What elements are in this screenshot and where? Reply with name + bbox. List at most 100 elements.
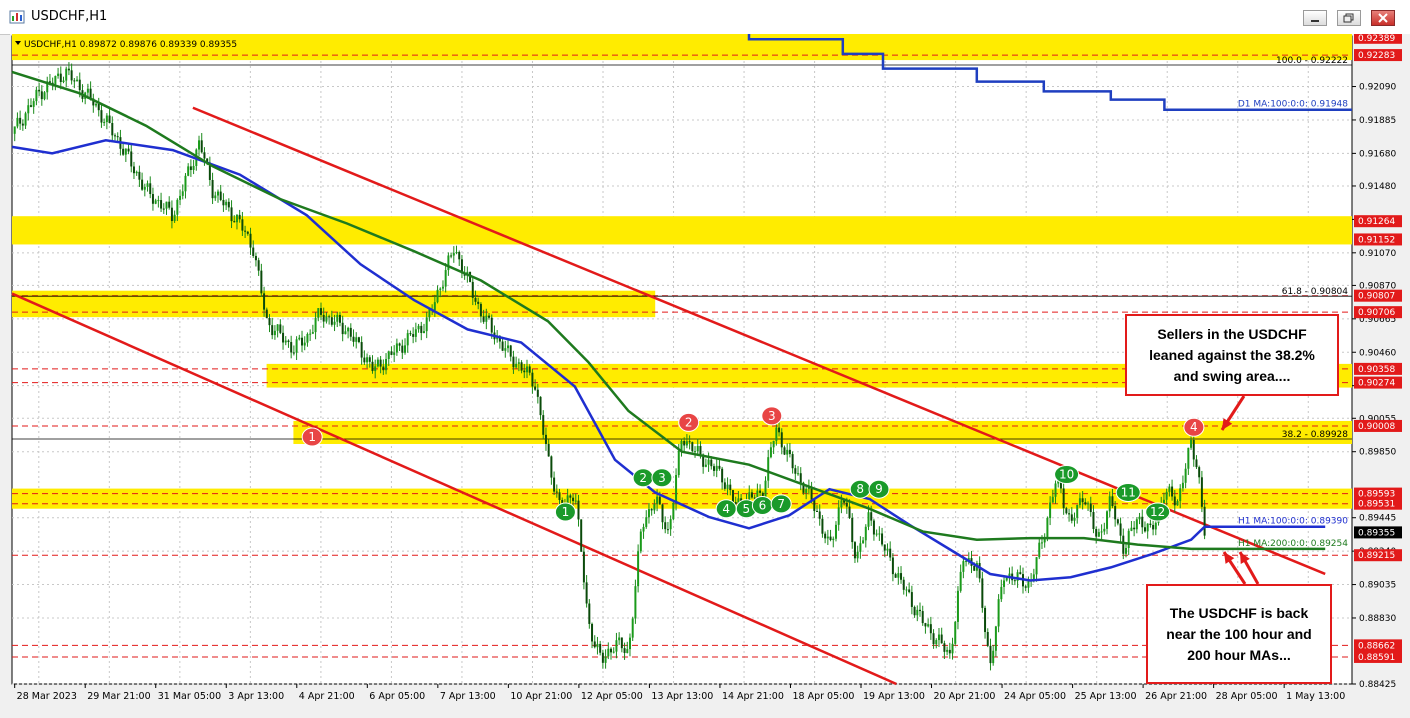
candle-body (669, 519, 672, 530)
minimize-button[interactable] (1303, 10, 1327, 26)
wave-marker: 1 (301, 427, 323, 447)
moving-average-label: H1 MA:200:0:0: 0.89254 (1238, 539, 1348, 549)
wave-marker: 9 (868, 479, 890, 499)
wave-marker-label: 2 (639, 471, 647, 485)
candle-body (574, 500, 577, 502)
candle-body (788, 449, 791, 455)
candle-body (1127, 530, 1130, 548)
candle-body (875, 533, 878, 535)
candle-body (376, 359, 379, 367)
candle-body (173, 214, 176, 222)
candle-body (200, 140, 203, 153)
restore-button[interactable] (1337, 10, 1361, 26)
y-tick-label: 0.89850 (1359, 448, 1396, 458)
candle-body (43, 92, 46, 100)
candle-body (607, 648, 610, 657)
candle-body (414, 329, 417, 337)
candle-body (664, 522, 667, 530)
candle-body (913, 606, 916, 616)
candle-body (675, 475, 678, 504)
wave-marker-label: 5 (742, 502, 750, 516)
candle-body (596, 643, 599, 648)
candle-body (539, 396, 542, 416)
candle-body (1176, 501, 1179, 506)
y-tick-label: 0.89035 (1359, 581, 1396, 591)
title-bar[interactable]: USDCHF,H1 (0, 0, 1410, 35)
x-tick-label: 10 Apr 21:00 (510, 691, 572, 702)
candle-body (130, 151, 133, 167)
candle-body (298, 337, 301, 340)
candle-body (138, 171, 141, 180)
candle-body (631, 618, 634, 638)
candle-body (723, 482, 726, 489)
candle-body (821, 518, 824, 534)
wave-marker-label: 3 (658, 471, 666, 485)
price-tag-label: 0.91264 (1358, 217, 1395, 227)
candle-body (436, 289, 439, 303)
candle-body (656, 496, 659, 505)
candle-body (910, 592, 913, 607)
candle-body (897, 573, 900, 578)
candle-body (504, 348, 507, 351)
candle-body (1124, 547, 1127, 554)
candle-body (889, 548, 892, 558)
candle-body (352, 336, 355, 342)
candle-body (666, 529, 669, 531)
candle-body (439, 288, 442, 290)
candle-body (371, 361, 374, 372)
candle-body (393, 352, 396, 355)
candle-body (301, 337, 304, 346)
candle-body (813, 499, 816, 511)
candle-body (780, 432, 783, 448)
candle-body (767, 457, 770, 481)
candle-body (260, 270, 263, 294)
candle-body (189, 166, 192, 170)
candle-body (422, 331, 425, 334)
price-tag-label: 0.92389 (1358, 34, 1395, 44)
candle-body (1173, 496, 1176, 506)
candle-body (618, 637, 621, 641)
candle-body (699, 445, 702, 455)
candle-body (726, 484, 729, 489)
candle-body (599, 643, 602, 653)
candle-body (1062, 488, 1065, 509)
window-title: USDCHF,H1 (31, 9, 108, 24)
candle-body (924, 623, 927, 627)
candle-body (604, 656, 607, 663)
candle-body (959, 571, 962, 591)
candle-body (894, 574, 897, 578)
candle-body (485, 315, 488, 322)
candle-body (59, 73, 62, 83)
candle-body (306, 334, 309, 343)
y-tick-label: 0.88425 (1359, 680, 1396, 690)
candle-body (450, 255, 453, 257)
candle-body (341, 322, 344, 335)
wave-marker: 12 (1145, 502, 1171, 522)
candle-body (149, 183, 152, 195)
candle-body (1190, 439, 1193, 448)
wave-marker: 4 (1183, 417, 1205, 437)
candle-body (984, 607, 987, 633)
candle-body (181, 191, 184, 196)
candle-body (1081, 498, 1084, 503)
candle-body (1078, 498, 1081, 505)
candle-body (986, 632, 989, 646)
candle-body (555, 491, 558, 493)
candle-body (905, 589, 908, 591)
candle-body (458, 252, 461, 260)
candle-body (946, 649, 949, 652)
candle-body (750, 492, 753, 498)
candle-body (997, 599, 1000, 627)
candle-body (32, 101, 35, 107)
close-button[interactable] (1371, 10, 1395, 26)
candle-body (615, 640, 618, 652)
candle-body (542, 415, 545, 435)
candle-body (832, 538, 835, 541)
wave-marker-label: 4 (722, 502, 730, 516)
wave-marker: 3 (651, 468, 673, 488)
candle-body (1187, 447, 1190, 469)
candle-body (29, 105, 32, 107)
candle-body (886, 548, 889, 551)
candle-body (753, 497, 756, 499)
candle-body (1089, 503, 1092, 513)
